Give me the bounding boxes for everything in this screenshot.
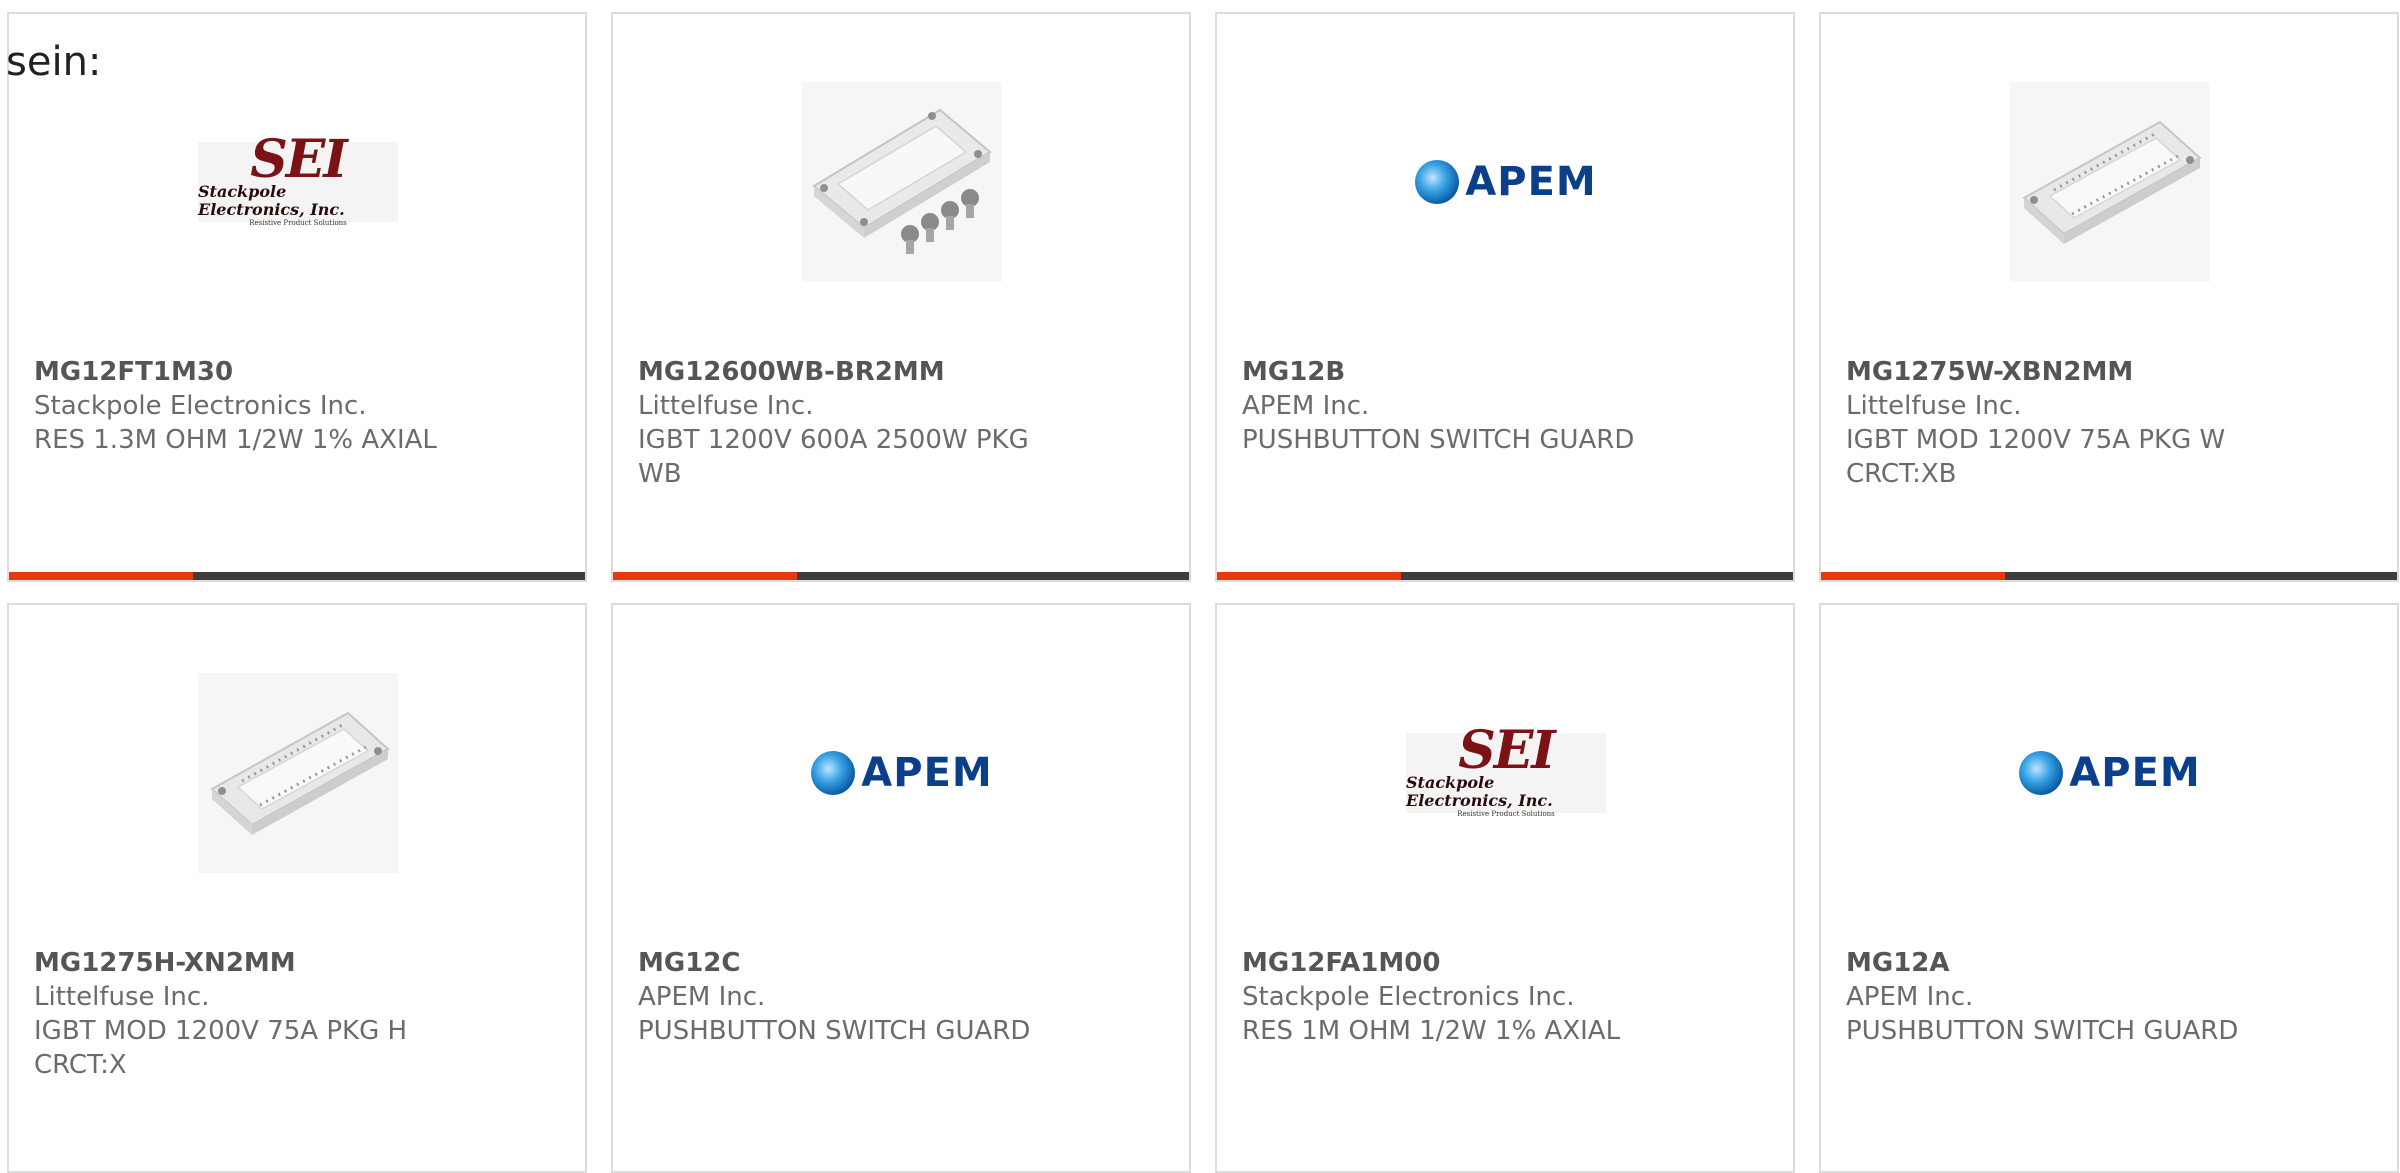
manufacturer-name: Littelfuse Inc. bbox=[638, 391, 814, 421]
progress-fill bbox=[1217, 572, 1402, 580]
product-image[interactable]: APEM bbox=[802, 673, 1002, 873]
progress-bar bbox=[1821, 572, 2397, 580]
manufacturer-name: Littelfuse Inc. bbox=[1846, 391, 2022, 421]
apem-logo: APEM bbox=[1406, 152, 1606, 212]
part-number-link[interactable]: MG12C bbox=[638, 946, 1068, 980]
apem-globe-icon bbox=[2019, 751, 2064, 795]
progress-fill bbox=[1821, 572, 2006, 580]
igbt-module-with-screws-image bbox=[802, 82, 1002, 282]
manufacturer-name: Stackpole Electronics Inc. bbox=[34, 391, 367, 421]
product-description: RES 1.3M OHM 1/2W 1% AXIAL bbox=[34, 425, 437, 455]
product-image[interactable]: SEI Stackpole Electronics, Inc. Resistiv… bbox=[198, 82, 398, 282]
manufacturer-name: APEM Inc. bbox=[1242, 391, 1370, 421]
product-description: IGBT MOD 1200V 75A PKG W CRCT:XB bbox=[1846, 425, 2226, 489]
manufacturer-name: APEM Inc. bbox=[638, 982, 766, 1012]
product-description: PUSHBUTTON SWITCH GUARD bbox=[638, 1016, 1031, 1046]
part-number-link[interactable]: MG12B bbox=[1242, 355, 1672, 389]
part-number-link[interactable]: MG1275W-XBN2MM bbox=[1846, 355, 2276, 389]
stackpole-logo: SEI Stackpole Electronics, Inc. Resistiv… bbox=[1406, 724, 1606, 818]
apem-logo: APEM bbox=[802, 743, 1002, 803]
progress-bar bbox=[613, 572, 1189, 580]
apem-globe-icon bbox=[1415, 160, 1460, 204]
part-number-link[interactable]: MG12FA1M00 bbox=[1242, 946, 1672, 980]
part-number-link[interactable]: MG1275H-XN2MM bbox=[34, 946, 464, 980]
progress-bar bbox=[9, 572, 585, 580]
product-card[interactable]: MG1275W-XBN2MM Littelfuse Inc. IGBT MOD … bbox=[1819, 12, 2399, 582]
apem-logo: APEM bbox=[2010, 743, 2210, 803]
product-description: RES 1M OHM 1/2W 1% AXIAL bbox=[1242, 1016, 1621, 1046]
igbt-module-image bbox=[198, 673, 398, 873]
product-card[interactable]: MG1275H-XN2MM Littelfuse Inc. IGBT MOD 1… bbox=[7, 603, 587, 1173]
apem-globe-icon bbox=[811, 751, 856, 795]
stackpole-logo: SEI Stackpole Electronics, Inc. Resistiv… bbox=[198, 133, 398, 227]
page-lead-text: sein: bbox=[6, 39, 102, 85]
progress-bar bbox=[1217, 572, 1793, 580]
product-grid: SEI Stackpole Electronics, Inc. Resistiv… bbox=[7, 12, 2399, 1173]
product-image[interactable]: APEM bbox=[1406, 82, 1606, 282]
product-card[interactable]: APEM MG12A APEM Inc. PUSHBUTTON SWITCH G… bbox=[1819, 603, 2399, 1173]
product-description: PUSHBUTTON SWITCH GUARD bbox=[1846, 1016, 2239, 1046]
product-card[interactable]: APEM MG12C APEM Inc. PUSHBUTTON SWITCH G… bbox=[611, 603, 1191, 1173]
product-card[interactable]: SEI Stackpole Electronics, Inc. Resistiv… bbox=[7, 12, 587, 582]
product-image[interactable]: SEI Stackpole Electronics, Inc. Resistiv… bbox=[1406, 673, 1606, 873]
progress-fill bbox=[613, 572, 798, 580]
manufacturer-name: Littelfuse Inc. bbox=[34, 982, 210, 1012]
product-card[interactable]: APEM MG12B APEM Inc. PUSHBUTTON SWITCH G… bbox=[1215, 12, 1795, 582]
manufacturer-name: Stackpole Electronics Inc. bbox=[1242, 982, 1575, 1012]
product-card[interactable]: SEI Stackpole Electronics, Inc. Resistiv… bbox=[1215, 603, 1795, 1173]
part-number-link[interactable]: MG12A bbox=[1846, 946, 2276, 980]
product-description: IGBT MOD 1200V 75A PKG H CRCT:X bbox=[34, 1016, 408, 1080]
manufacturer-name: APEM Inc. bbox=[1846, 982, 1974, 1012]
product-description: PUSHBUTTON SWITCH GUARD bbox=[1242, 425, 1635, 455]
product-image[interactable] bbox=[2010, 82, 2210, 282]
product-image[interactable] bbox=[198, 673, 398, 873]
product-card[interactable]: MG12600WB-BR2MM Littelfuse Inc. IGBT 120… bbox=[611, 12, 1191, 582]
part-number-link[interactable]: MG12FT1M30 bbox=[34, 355, 464, 389]
product-image[interactable]: APEM bbox=[2010, 673, 2210, 873]
product-description: IGBT 1200V 600A 2500W PKG WB bbox=[638, 425, 1029, 489]
part-number-link[interactable]: MG12600WB-BR2MM bbox=[638, 355, 1068, 389]
progress-fill bbox=[9, 572, 194, 580]
product-image[interactable] bbox=[802, 82, 1002, 282]
igbt-module-image bbox=[2010, 82, 2210, 282]
